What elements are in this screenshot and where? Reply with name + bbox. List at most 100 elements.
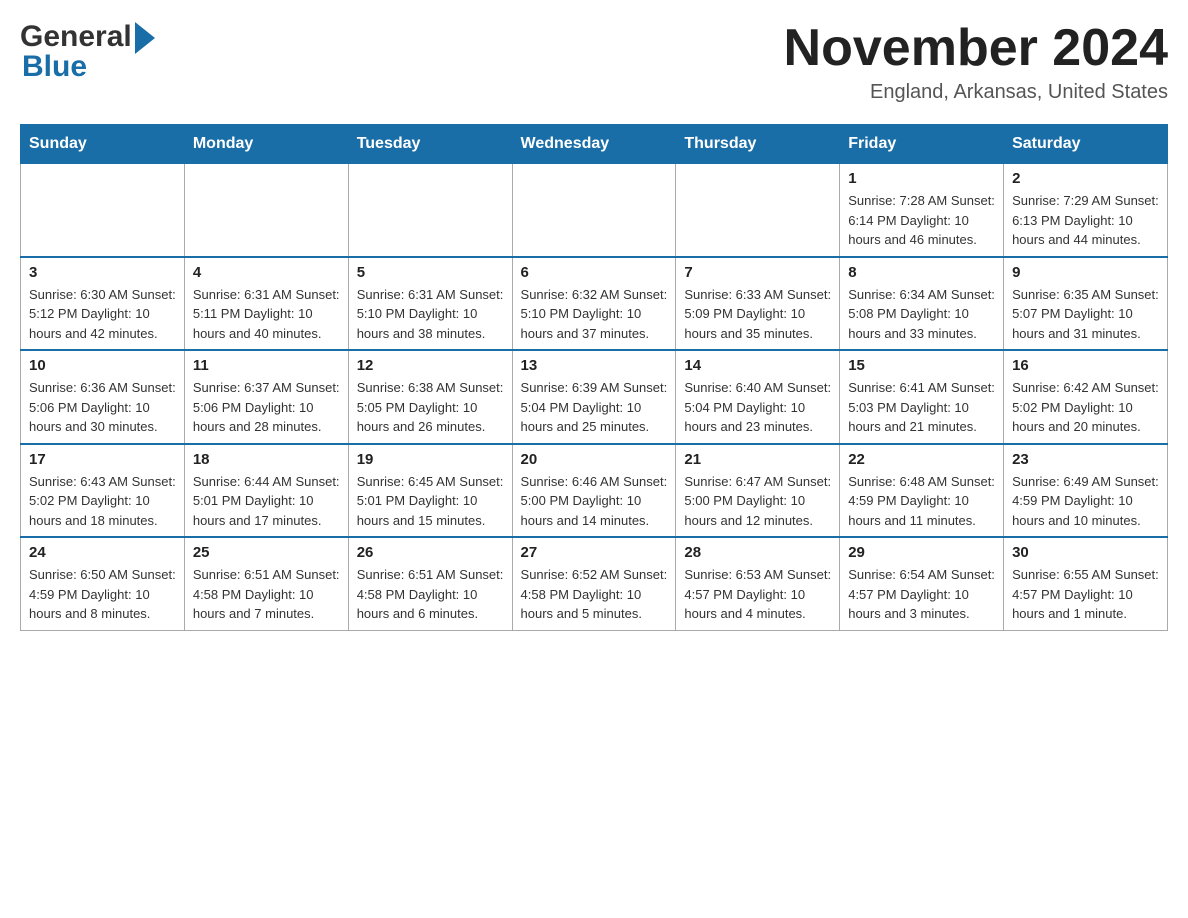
day-info: Sunrise: 6:47 AM Sunset: 5:00 PM Dayligh… bbox=[684, 472, 831, 531]
calendar-header-wednesday: Wednesday bbox=[512, 125, 676, 164]
calendar-header-tuesday: Tuesday bbox=[348, 125, 512, 164]
day-info: Sunrise: 6:40 AM Sunset: 5:04 PM Dayligh… bbox=[684, 378, 831, 437]
calendar-cell: 15 Sunrise: 6:41 AM Sunset: 5:03 PM Dayli… bbox=[840, 350, 1004, 444]
day-number: 23 bbox=[1012, 451, 1159, 468]
day-number: 12 bbox=[357, 357, 504, 374]
day-info: Sunrise: 6:37 AM Sunset: 5:06 PM Dayligh… bbox=[193, 378, 340, 437]
day-number: 21 bbox=[684, 451, 831, 468]
day-number: 2 bbox=[1012, 170, 1159, 187]
calendar-cell: 22 Sunrise: 6:48 AM Sunset: 4:59 PM Dayli… bbox=[840, 444, 1004, 538]
calendar-cell bbox=[21, 164, 185, 257]
day-number: 19 bbox=[357, 451, 504, 468]
day-number: 30 bbox=[1012, 544, 1159, 561]
logo: General Blue bbox=[20, 20, 155, 84]
day-info: Sunrise: 6:42 AM Sunset: 5:02 PM Dayligh… bbox=[1012, 378, 1159, 437]
day-info: Sunrise: 6:51 AM Sunset: 4:58 PM Dayligh… bbox=[357, 565, 504, 624]
day-info: Sunrise: 6:33 AM Sunset: 5:09 PM Dayligh… bbox=[684, 285, 831, 344]
calendar-cell: 25Sunrise: 6:51 AM Sunset: 4:58 PM Dayli… bbox=[184, 537, 348, 630]
day-info: Sunrise: 6:50 AM Sunset: 4:59 PM Dayligh… bbox=[29, 565, 176, 624]
day-info: Sunrise: 6:38 AM Sunset: 5:05 PM Dayligh… bbox=[357, 378, 504, 437]
calendar-cell: 8Sunrise: 6:34 AM Sunset: 5:08 PM Daylig… bbox=[840, 257, 1004, 351]
day-info: Sunrise: 6:52 AM Sunset: 4:58 PM Dayligh… bbox=[521, 565, 668, 624]
calendar-week-row: 10Sunrise: 6:36 AM Sunset: 5:06 PM Dayli… bbox=[21, 350, 1168, 444]
calendar-cell: 13 Sunrise: 6:39 AM Sunset: 5:04 PM Dayli… bbox=[512, 350, 676, 444]
day-info: Sunrise: 6:43 AM Sunset: 5:02 PM Dayligh… bbox=[29, 472, 176, 531]
day-number: 14 bbox=[684, 357, 831, 374]
day-number: 4 bbox=[193, 264, 340, 281]
day-number: 20 bbox=[521, 451, 668, 468]
day-number: 1 bbox=[848, 170, 995, 187]
calendar-header-friday: Friday bbox=[840, 125, 1004, 164]
calendar-week-row: 24 Sunrise: 6:50 AM Sunset: 4:59 PM Dayli… bbox=[21, 537, 1168, 630]
day-number: 25 bbox=[193, 544, 340, 561]
day-number: 27 bbox=[521, 544, 668, 561]
calendar-cell bbox=[348, 164, 512, 257]
day-info: Sunrise: 6:30 AM Sunset: 5:12 PM Dayligh… bbox=[29, 285, 176, 344]
calendar-cell: 5 Sunrise: 6:31 AM Sunset: 5:10 PM Daylig… bbox=[348, 257, 512, 351]
calendar-week-row: 1 Sunrise: 7:28 AM Sunset: 6:14 PM Daylig… bbox=[21, 164, 1168, 257]
day-number: 13 bbox=[521, 357, 668, 374]
logo-general-text: General bbox=[20, 20, 132, 54]
day-info: Sunrise: 6:39 AM Sunset: 5:04 PM Dayligh… bbox=[521, 378, 668, 437]
day-info: Sunrise: 6:31 AM Sunset: 5:10 PM Dayligh… bbox=[357, 285, 504, 344]
day-number: 9 bbox=[1012, 264, 1159, 281]
calendar-table: SundayMondayTuesdayWednesdayThursdayFrid… bbox=[20, 124, 1168, 631]
calendar-week-row: 3 Sunrise: 6:30 AM Sunset: 5:12 PM Daylig… bbox=[21, 257, 1168, 351]
day-info: Sunrise: 6:55 AM Sunset: 4:57 PM Dayligh… bbox=[1012, 565, 1159, 624]
day-info: Sunrise: 6:53 AM Sunset: 4:57 PM Dayligh… bbox=[684, 565, 831, 624]
day-info: Sunrise: 7:28 AM Sunset: 6:14 PM Dayligh… bbox=[848, 191, 995, 250]
calendar-cell: 27 Sunrise: 6:52 AM Sunset: 4:58 PM Dayli… bbox=[512, 537, 676, 630]
day-number: 18 bbox=[193, 451, 340, 468]
calendar-cell: 12 Sunrise: 6:38 AM Sunset: 5:05 PM Dayli… bbox=[348, 350, 512, 444]
day-info: Sunrise: 7:29 AM Sunset: 6:13 PM Dayligh… bbox=[1012, 191, 1159, 250]
calendar-cell: 26 Sunrise: 6:51 AM Sunset: 4:58 PM Dayli… bbox=[348, 537, 512, 630]
calendar-cell: 18 Sunrise: 6:44 AM Sunset: 5:01 PM Dayli… bbox=[184, 444, 348, 538]
calendar-cell: 23Sunrise: 6:49 AM Sunset: 4:59 PM Dayli… bbox=[1004, 444, 1168, 538]
day-number: 22 bbox=[848, 451, 995, 468]
day-info: Sunrise: 6:41 AM Sunset: 5:03 PM Dayligh… bbox=[848, 378, 995, 437]
day-info: Sunrise: 6:44 AM Sunset: 5:01 PM Dayligh… bbox=[193, 472, 340, 531]
calendar-cell: 4 Sunrise: 6:31 AM Sunset: 5:11 PM Daylig… bbox=[184, 257, 348, 351]
day-number: 11 bbox=[193, 357, 340, 374]
calendar-cell: 21 Sunrise: 6:47 AM Sunset: 5:00 PM Dayli… bbox=[676, 444, 840, 538]
day-number: 15 bbox=[848, 357, 995, 374]
day-info: Sunrise: 6:45 AM Sunset: 5:01 PM Dayligh… bbox=[357, 472, 504, 531]
calendar-header-thursday: Thursday bbox=[676, 125, 840, 164]
day-number: 24 bbox=[29, 544, 176, 561]
day-info: Sunrise: 6:36 AM Sunset: 5:06 PM Dayligh… bbox=[29, 378, 176, 437]
title-area: November 2024 England, Arkansas, United … bbox=[784, 20, 1168, 104]
calendar-cell bbox=[512, 164, 676, 257]
calendar-cell: 9Sunrise: 6:35 AM Sunset: 5:07 PM Daylig… bbox=[1004, 257, 1168, 351]
calendar-cell: 14 Sunrise: 6:40 AM Sunset: 5:04 PM Dayli… bbox=[676, 350, 840, 444]
calendar-cell: 11 Sunrise: 6:37 AM Sunset: 5:06 PM Dayli… bbox=[184, 350, 348, 444]
day-number: 28 bbox=[684, 544, 831, 561]
calendar-cell: 2 Sunrise: 7:29 AM Sunset: 6:13 PM Daylig… bbox=[1004, 164, 1168, 257]
day-number: 26 bbox=[357, 544, 504, 561]
calendar-cell: 17 Sunrise: 6:43 AM Sunset: 5:02 PM Dayli… bbox=[21, 444, 185, 538]
calendar-cell: 10Sunrise: 6:36 AM Sunset: 5:06 PM Dayli… bbox=[21, 350, 185, 444]
calendar-cell bbox=[676, 164, 840, 257]
day-number: 17 bbox=[29, 451, 176, 468]
calendar-header-monday: Monday bbox=[184, 125, 348, 164]
calendar-cell: 16 Sunrise: 6:42 AM Sunset: 5:02 PM Dayli… bbox=[1004, 350, 1168, 444]
month-title: November 2024 bbox=[784, 20, 1168, 77]
day-info: Sunrise: 6:54 AM Sunset: 4:57 PM Dayligh… bbox=[848, 565, 995, 624]
calendar-header-sunday: Sunday bbox=[21, 125, 185, 164]
calendar-header-saturday: Saturday bbox=[1004, 125, 1168, 164]
day-number: 3 bbox=[29, 264, 176, 281]
location-text: England, Arkansas, United States bbox=[784, 81, 1168, 104]
day-info: Sunrise: 6:34 AM Sunset: 5:08 PM Dayligh… bbox=[848, 285, 995, 344]
calendar-cell: 30 Sunrise: 6:55 AM Sunset: 4:57 PM Dayli… bbox=[1004, 537, 1168, 630]
calendar-week-row: 17 Sunrise: 6:43 AM Sunset: 5:02 PM Dayli… bbox=[21, 444, 1168, 538]
day-info: Sunrise: 6:48 AM Sunset: 4:59 PM Dayligh… bbox=[848, 472, 995, 531]
calendar-cell: 7Sunrise: 6:33 AM Sunset: 5:09 PM Daylig… bbox=[676, 257, 840, 351]
day-number: 16 bbox=[1012, 357, 1159, 374]
calendar-cell: 20 Sunrise: 6:46 AM Sunset: 5:00 PM Dayli… bbox=[512, 444, 676, 538]
day-info: Sunrise: 6:31 AM Sunset: 5:11 PM Dayligh… bbox=[193, 285, 340, 344]
day-number: 5 bbox=[357, 264, 504, 281]
day-info: Sunrise: 6:32 AM Sunset: 5:10 PM Dayligh… bbox=[521, 285, 668, 344]
calendar-cell: 6Sunrise: 6:32 AM Sunset: 5:10 PM Daylig… bbox=[512, 257, 676, 351]
day-info: Sunrise: 6:46 AM Sunset: 5:00 PM Dayligh… bbox=[521, 472, 668, 531]
calendar-cell: 28 Sunrise: 6:53 AM Sunset: 4:57 PM Dayli… bbox=[676, 537, 840, 630]
calendar-cell: 29Sunrise: 6:54 AM Sunset: 4:57 PM Dayli… bbox=[840, 537, 1004, 630]
